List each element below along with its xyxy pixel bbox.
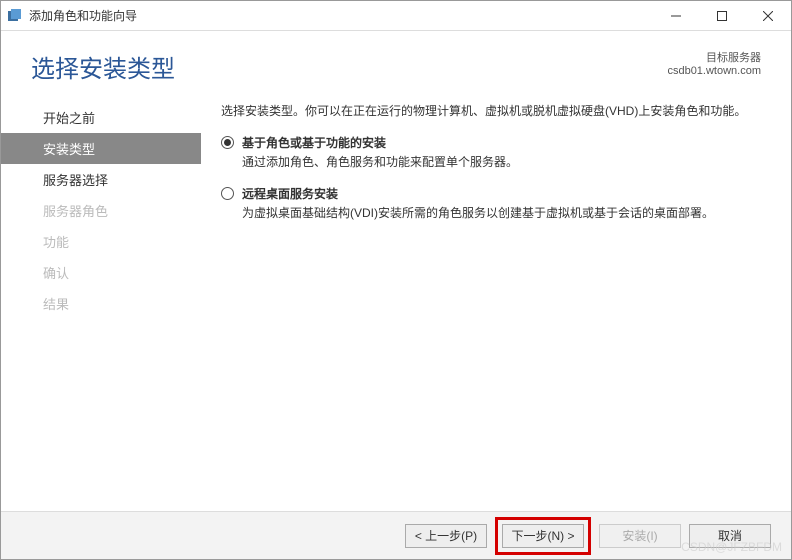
titlebar: 添加角色和功能向导 [1,1,791,31]
minimize-button[interactable] [653,1,699,31]
option-role-based[interactable]: 基于角色或基于功能的安装 通过添加角色、角色服务和功能来配置单个服务器。 [221,134,761,171]
maximize-button[interactable] [699,1,745,31]
highlight-next: 下一步(N) > [495,517,591,555]
close-button[interactable] [745,1,791,31]
footer: < 上一步(P) 下一步(N) > 安装(I) 取消 [1,511,791,559]
window-controls [653,1,791,31]
target-value: csdb01.wtown.com [667,65,761,77]
watermark: CSDN@JFZBFDM [681,540,782,554]
nav-results: 结果 [1,288,201,319]
intro-text: 选择安装类型。你可以在正在运行的物理计算机、虚拟机或脱机虚拟硬盘(VHD)上安装… [221,102,761,120]
body: 开始之前 安装类型 服务器选择 服务器角色 功能 确认 结果 选择安装类型。你可… [1,94,791,511]
target-label: 目标服务器 [667,49,761,65]
window-title: 添加角色和功能向导 [29,7,653,24]
nav-confirmation: 确认 [1,257,201,288]
previous-button[interactable]: < 上一步(P) [405,524,487,548]
radio-rds[interactable] [221,187,234,200]
wizard-window: 添加角色和功能向导 选择安装类型 目标服务器 csdb01.wtown.com … [0,0,792,560]
option-role-based-desc: 通过添加角色、角色服务和功能来配置单个服务器。 [242,153,518,171]
option-rds-desc: 为虚拟桌面基础结构(VDI)安装所需的角色服务以创建基于虚拟机或基于会话的桌面部… [242,204,714,222]
app-icon [7,8,23,24]
install-button: 安装(I) [599,524,681,548]
nav-server-selection[interactable]: 服务器选择 [1,164,201,195]
option-rds[interactable]: 远程桌面服务安装 为虚拟桌面基础结构(VDI)安装所需的角色服务以创建基于虚拟机… [221,185,761,222]
header: 选择安装类型 目标服务器 csdb01.wtown.com [1,31,791,94]
page-title: 选择安装类型 [31,49,175,84]
option-role-based-title: 基于角色或基于功能的安装 [242,134,518,151]
option-rds-text: 远程桌面服务安装 为虚拟桌面基础结构(VDI)安装所需的角色服务以创建基于虚拟机… [242,185,714,222]
nav-features: 功能 [1,226,201,257]
main-content: 选择安装类型。你可以在正在运行的物理计算机、虚拟机或脱机虚拟硬盘(VHD)上安装… [201,94,761,511]
next-button[interactable]: 下一步(N) > [502,524,584,548]
option-role-based-text: 基于角色或基于功能的安装 通过添加角色、角色服务和功能来配置单个服务器。 [242,134,518,171]
target-server-info: 目标服务器 csdb01.wtown.com [667,49,761,77]
option-rds-title: 远程桌面服务安装 [242,185,714,202]
radio-role-based[interactable] [221,136,234,149]
nav-before-begin[interactable]: 开始之前 [1,102,201,133]
sidebar: 开始之前 安装类型 服务器选择 服务器角色 功能 确认 结果 [1,94,201,511]
nav-server-roles: 服务器角色 [1,195,201,226]
nav-installation-type[interactable]: 安装类型 [1,133,201,164]
